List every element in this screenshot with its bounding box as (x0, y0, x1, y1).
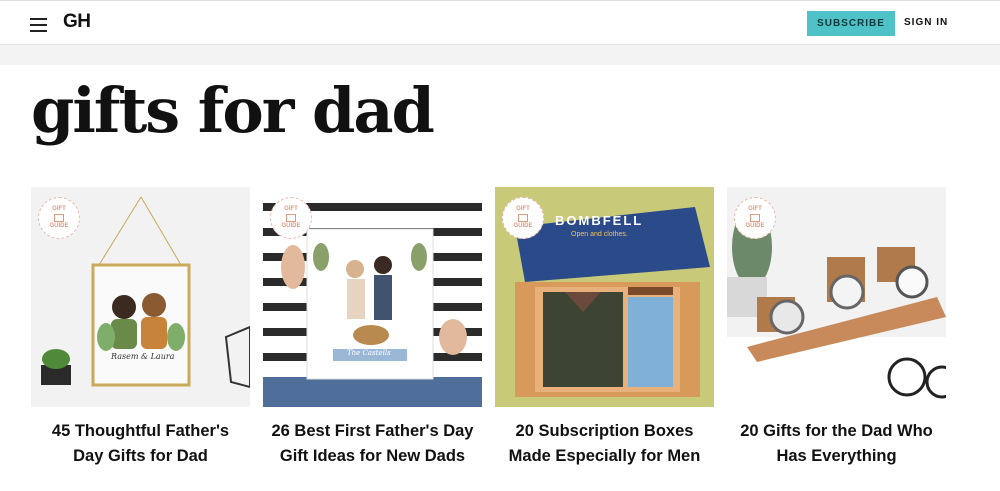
header-divider-band (0, 45, 1000, 65)
article-thumbnail[interactable]: GIFT GUIDE (727, 187, 946, 407)
image-text: The Castells (347, 349, 391, 357)
badge-label: GIFT (284, 206, 298, 212)
badge-label: GUIDE (281, 223, 301, 229)
subscribe-button[interactable]: SUBSCRIBE (807, 11, 895, 36)
article-title[interactable]: 26 Best First Father's Day Gift Ideas fo… (263, 419, 482, 469)
badge-label: GUIDE (49, 223, 69, 229)
sign-in-link[interactable]: SIGN IN (904, 17, 948, 28)
gift-icon (286, 214, 296, 222)
badge-label: GUIDE (513, 223, 533, 229)
article-title[interactable]: 20 Subscription Boxes Made Especially fo… (495, 419, 714, 469)
box-brand-text: BOMBFELL (555, 213, 644, 228)
badge-label: GIFT (52, 206, 66, 212)
page-title: gifts for dad (31, 74, 435, 147)
gift-guide-badge: GIFT GUIDE (502, 197, 544, 239)
gift-guide-badge: GIFT GUIDE (734, 197, 776, 239)
site-logo[interactable]: GH (63, 11, 91, 33)
article-card[interactable]: BOMBFELL Open and clothes. GIFT GUIDE 20… (495, 187, 714, 469)
article-thumbnail[interactable]: Rasem & Laura GIFT GUIDE (31, 187, 250, 407)
gift-guide-badge: GIFT GUIDE (38, 197, 80, 239)
box-tagline-text: Open and clothes. (571, 231, 628, 238)
article-thumbnail[interactable]: BOMBFELL Open and clothes. GIFT GUIDE (495, 187, 714, 407)
gift-icon (54, 214, 64, 222)
image-text: Rasem & Laura (111, 352, 175, 361)
article-title[interactable]: 45 Thoughtful Father's Day Gifts for Dad (31, 419, 250, 469)
badge-label: GUIDE (745, 223, 765, 229)
article-card[interactable]: GIFT GUIDE 20 Gifts for the Dad Who Has … (727, 187, 946, 469)
article-card[interactable]: Rasem & Laura GIFT GUIDE 45 Thoughtful F… (31, 187, 250, 469)
article-thumbnail[interactable]: The Castells GIFT GUIDE (263, 187, 482, 407)
hamburger-menu-icon[interactable] (30, 18, 47, 32)
gift-icon (750, 214, 760, 222)
article-card[interactable]: The Castells GIFT GUIDE 26 Best First Fa… (263, 187, 482, 469)
article-title[interactable]: 20 Gifts for the Dad Who Has Everything (727, 419, 946, 469)
badge-label: GIFT (516, 206, 530, 212)
badge-label: GIFT (748, 206, 762, 212)
site-header: GH SUBSCRIBE SIGN IN (0, 0, 1000, 45)
gift-icon (518, 214, 528, 222)
gift-guide-badge: GIFT GUIDE (270, 197, 312, 239)
